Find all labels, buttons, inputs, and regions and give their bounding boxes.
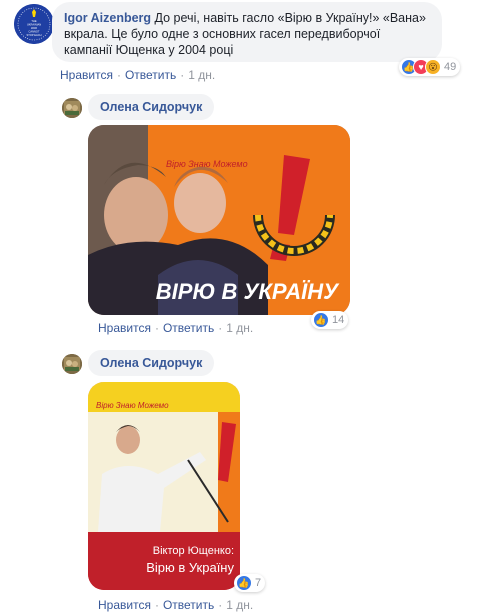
campaign-poster-image: Вірю Знаю Можемо Віктор Ющенко: Вірю в У… (88, 382, 240, 590)
banner-big-text: ВІРЮ В УКРАЇНУ (156, 279, 340, 304)
comment-author[interactable]: Igor Aizenberg (64, 11, 151, 25)
avatar[interactable] (62, 354, 82, 374)
reactions-count: 7 (255, 577, 262, 589)
comment-author[interactable]: Олена Сидорчук (100, 100, 202, 114)
comment-timestamp[interactable]: 1 дн. (226, 321, 253, 335)
like-reaction-icon: 👍 (313, 312, 329, 328)
comment-author-bubble: Олена Сидорчук (88, 94, 215, 120)
avatar-photo-icon (62, 354, 82, 374)
reactions-summary[interactable]: 👍 ♥ 😮 49 (399, 58, 461, 76)
comment-author[interactable]: Олена Сидорчук (100, 356, 202, 370)
reply-link[interactable]: Ответить (163, 321, 214, 335)
like-link[interactable]: Нравится (60, 68, 113, 82)
avatar-line-4: CANNOT (29, 30, 40, 34)
campaign-photo-image: Вірю Знаю Можемо ВІРЮ В УКРАЇНУ (88, 125, 350, 315)
poster-slogan-text: Вірю в Україну (146, 560, 234, 575)
like-reaction-icon: 👍 (236, 575, 252, 591)
avatar-line-2: UKRAINIAN (27, 23, 41, 27)
comment-photo[interactable]: Вірю Знаю Можемо ВІРЮ В УКРАЇНУ (88, 125, 350, 315)
reply-link[interactable]: Ответить (163, 598, 214, 612)
comment-actions: Нравится · Ответить · 1 дн. (60, 68, 216, 82)
comment-bubble: Igor Aizenberg До речі, навіть гасло «Ві… (52, 2, 442, 62)
avatar-line-3: WAR (31, 26, 37, 30)
poster-name-text: Віктор Ющенко: (153, 545, 234, 557)
reply-link[interactable]: Ответить (125, 68, 176, 82)
comment-author-bubble: Олена Сидорчук (88, 350, 215, 376)
comment-body: Igor Aizenberg До речі, навіть гасло «Ві… (64, 10, 430, 58)
wow-reaction-icon: 😮 (425, 59, 441, 75)
avatar-line-5: STOP EACH (27, 33, 42, 37)
reactions-summary[interactable]: 👍 7 (234, 574, 266, 592)
comment-timestamp[interactable]: 1 дн. (188, 68, 215, 82)
avatar[interactable]: THE UKRAINIAN WAR CANNOT STOP EACH (14, 4, 54, 44)
poster-top-text: Вірю Знаю Можемо (96, 401, 169, 410)
comment-timestamp[interactable]: 1 дн. (226, 598, 253, 612)
avatar-emblem-icon: THE UKRAINIAN WAR CANNOT STOP EACH (14, 4, 54, 44)
avatar[interactable] (62, 98, 82, 118)
reactions-count: 14 (332, 314, 345, 326)
comment-actions: Нравится · Ответить · 1 дн. (98, 598, 254, 612)
avatar-line-1: THE (31, 19, 36, 23)
comment-photo[interactable]: Вірю Знаю Можемо Віктор Ющенко: Вірю в У… (88, 382, 240, 590)
reactions-count: 49 (444, 61, 457, 73)
avatar-photo-icon (62, 98, 82, 118)
like-link[interactable]: Нравится (98, 321, 151, 335)
like-link[interactable]: Нравится (98, 598, 151, 612)
reactions-summary[interactable]: 👍 14 (311, 311, 349, 329)
comment-actions: Нравится · Ответить · 1 дн. (98, 321, 254, 335)
